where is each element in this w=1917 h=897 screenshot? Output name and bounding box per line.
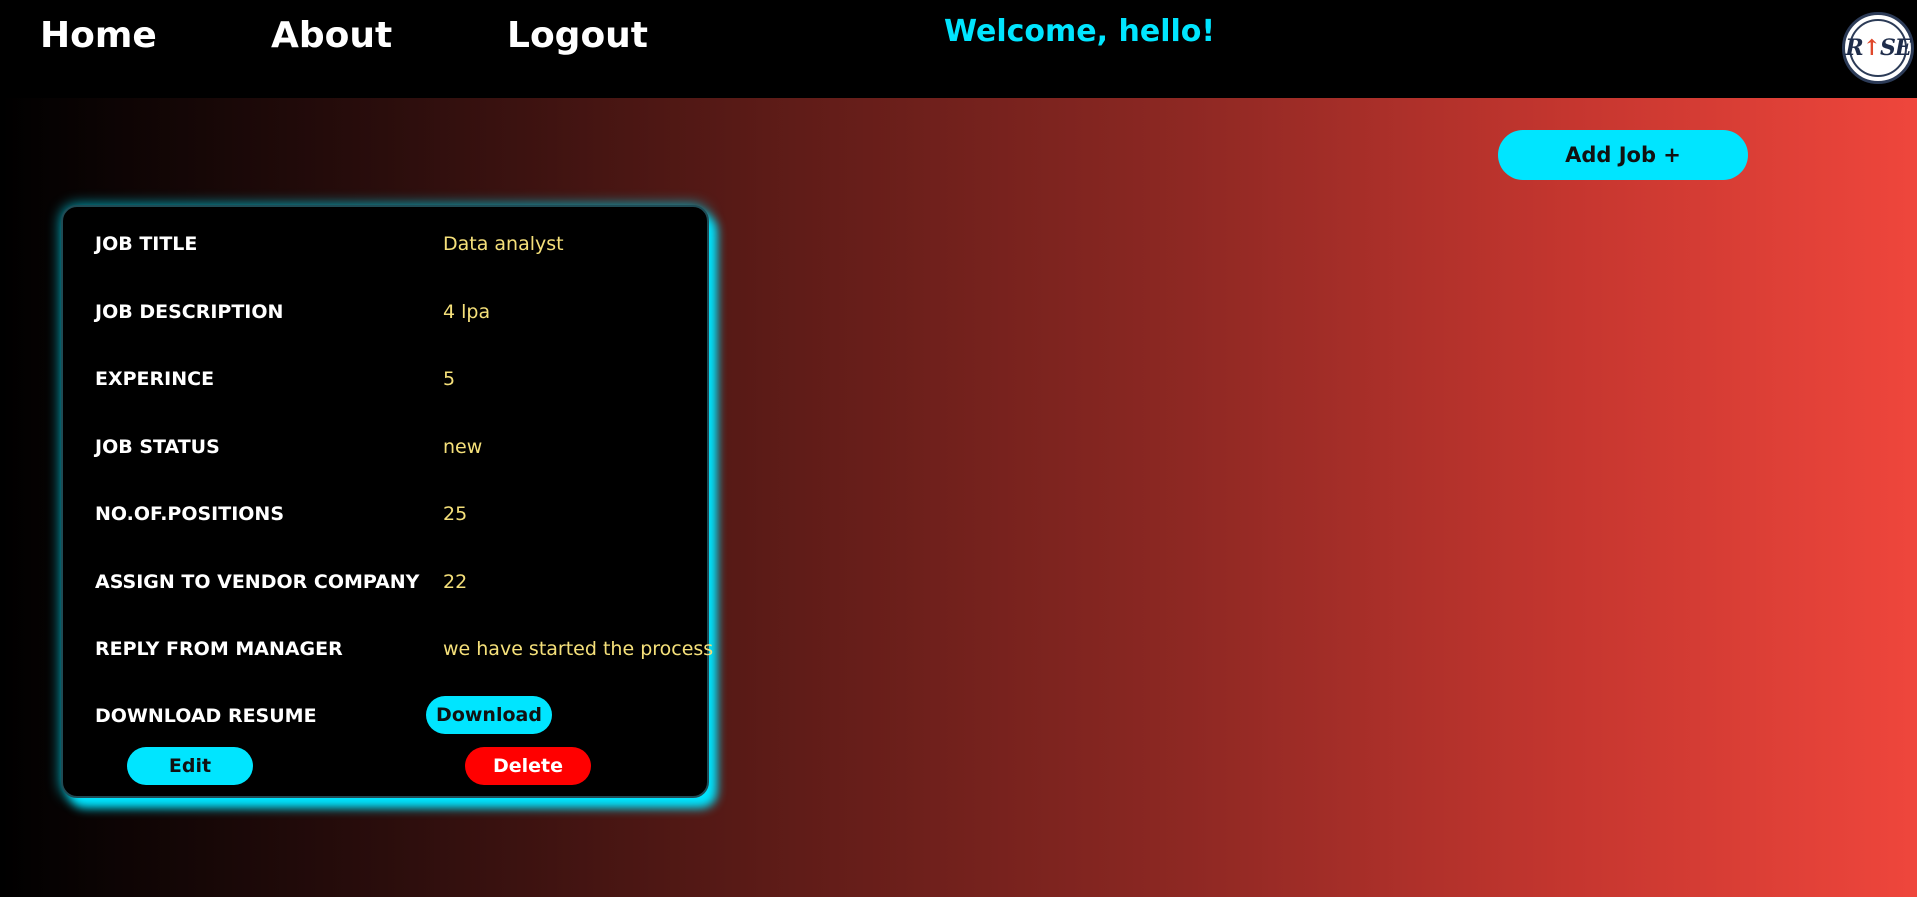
logo-arrow-icon: ↑ <box>1862 35 1881 61</box>
delete-job-button[interactable]: Delete <box>465 747 591 785</box>
experience-value: 5 <box>443 368 456 390</box>
download-resume-label: DOWNLOAD RESUME <box>95 705 317 727</box>
job-status-value: new <box>443 436 483 458</box>
manager-reply-value: we have started the process <box>443 638 714 660</box>
job-card: JOB TITLE Data analyst JOB DESCRIPTION 4… <box>61 205 713 798</box>
experience-label: EXPERINCE <box>95 368 215 390</box>
job-description-label: JOB DESCRIPTION <box>95 301 284 323</box>
logo-letters-se: SE <box>1880 35 1912 61</box>
download-resume-button[interactable]: Download <box>426 696 552 734</box>
edit-job-button[interactable]: Edit <box>127 747 253 785</box>
job-title-value: Data analyst <box>443 233 564 255</box>
nav-home-link[interactable]: Home <box>40 15 157 56</box>
vendor-company-label: ASSIGN TO VENDOR COMPANY <box>95 571 420 593</box>
add-job-button[interactable]: Add Job + <box>1498 130 1748 180</box>
nav-logout-link[interactable]: Logout <box>507 15 648 56</box>
manager-reply-label: REPLY FROM MANAGER <box>95 638 343 660</box>
job-title-label: JOB TITLE <box>95 233 198 255</box>
vendor-company-value: 22 <box>443 571 468 593</box>
logo-letter-r: R <box>1845 35 1863 61</box>
positions-label: NO.OF.POSITIONS <box>95 503 285 525</box>
logo-mark: R ↑ SE <box>1845 19 1912 77</box>
top-navbar: Home About Logout Welcome, hello! R ↑ SE <box>0 0 1917 98</box>
positions-value: 25 <box>443 503 468 525</box>
welcome-message: Welcome, hello! <box>944 14 1216 49</box>
nav-about-link[interactable]: About <box>271 15 392 56</box>
rise-logo: R ↑ SE <box>1842 12 1914 84</box>
job-description-value: 4 lpa <box>443 301 491 323</box>
job-status-label: JOB STATUS <box>95 436 220 458</box>
